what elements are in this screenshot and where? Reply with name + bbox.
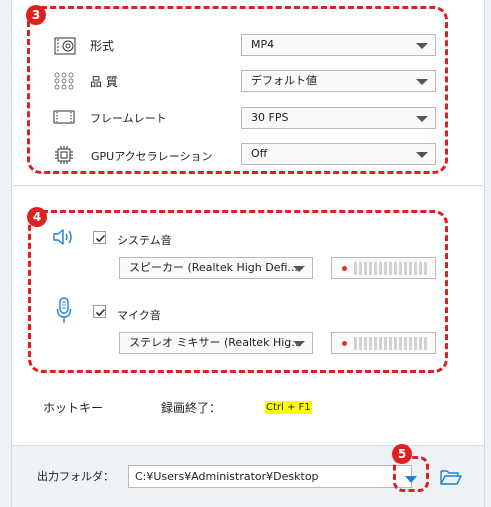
system-audio-level-meter [331,257,436,279]
framerate-value: 30 FPS [251,111,289,124]
quality-icon [53,71,75,94]
chevron-down-icon [293,341,305,347]
level-bars [354,337,429,353]
callout-badge-3: 3 [26,5,46,25]
history-dropdown-icon[interactable] [405,476,417,483]
speaker-icon [52,227,76,250]
output-folder-path: C:¥Users¥Administrator¥Desktop [135,470,319,483]
framerate-icon [53,109,75,128]
chevron-down-icon [416,43,428,49]
mic-audio-checkbox[interactable] [93,305,106,318]
gpu-icon [54,145,74,168]
system-audio-device-select[interactable]: スピーカー (Realtek High Defi... [119,257,313,279]
chevron-down-icon [416,116,428,122]
callout-badge-4: 4 [27,207,47,227]
level-bars [354,262,429,278]
format-icon [54,37,76,58]
stop-recording-label: 録画終了： [161,401,222,415]
microphone-icon [56,297,72,328]
mic-audio-level-meter [331,332,436,354]
system-audio-label: システム音 [117,234,172,247]
mic-audio-device-select[interactable]: ステレオ ミキサー (Realtek Hig... [119,332,313,354]
left-panel-edge [0,0,12,507]
output-folder-input[interactable]: C:¥Users¥Administrator¥Desktop [128,465,412,488]
mic-audio-label: マイク音 [117,309,161,322]
right-panel-edge [484,0,491,507]
framerate-select[interactable]: 30 FPS [241,107,436,129]
stop-recording-hotkey[interactable]: Ctrl + F1 [265,401,312,414]
gpu-label: GPUアクセラレーション [91,150,213,163]
recording-dot [342,266,347,271]
format-select[interactable]: MP4 [241,34,436,56]
callout-badge-5: 5 [392,444,412,464]
framerate-label: フレームレート [90,112,167,125]
chevron-down-icon [293,266,305,272]
folder-open-icon[interactable] [440,468,462,489]
quality-select[interactable]: デフォルト値 [241,70,436,92]
format-value: MP4 [251,38,275,51]
recording-dot [342,341,347,346]
hotkey-title: ホットキー [43,401,104,415]
chevron-down-icon [416,79,428,85]
gpu-value: Off [251,147,268,160]
system-audio-checkbox[interactable] [93,231,106,244]
format-label: 形式 [90,39,115,53]
quality-value: デフォルト値 [251,74,317,87]
gpu-select[interactable]: Off [241,143,436,165]
section-divider [12,185,484,186]
chevron-down-icon [416,152,428,158]
mic-audio-device-value: ステレオ ミキサー (Realtek Hig... [129,336,302,349]
output-folder-label: 出力フォルダ： [37,470,114,483]
quality-label: 品 質 [90,75,118,89]
system-audio-device-value: スピーカー (Realtek High Defi... [129,261,298,274]
